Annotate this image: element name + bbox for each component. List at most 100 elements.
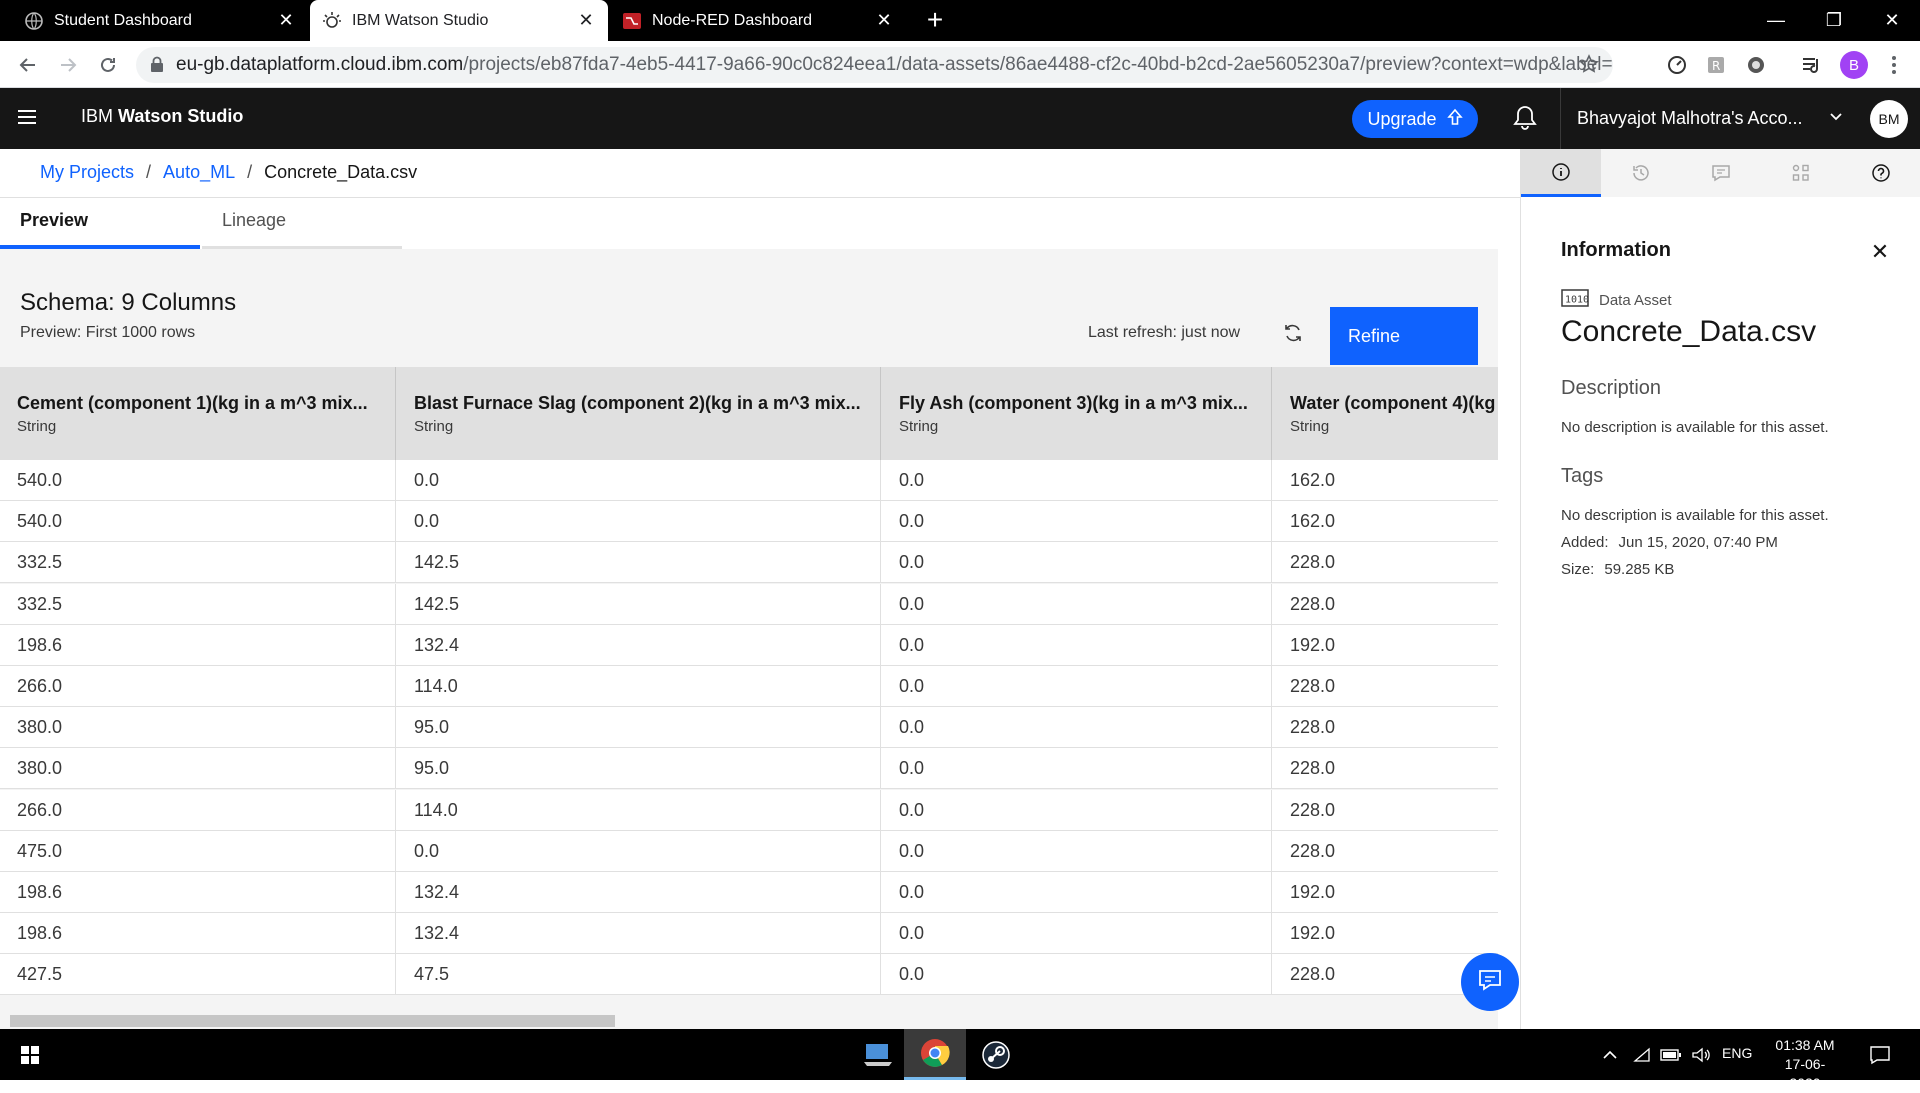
tags-text: No description is available for this ass…	[1561, 507, 1829, 524]
breadcrumb: My Projects / Auto_ML / Concrete_Data.cs…	[40, 162, 417, 183]
breadcrumb-my-projects[interactable]: My Projects	[40, 162, 134, 183]
table-row[interactable]: 332.5 142.5 0.0 228.0	[0, 583, 1498, 625]
column-header[interactable]: Fly Ash (component 3)(kg in a m^3 mix...…	[882, 367, 1272, 460]
history-icon[interactable]	[1601, 149, 1681, 197]
chevron-down-icon	[1828, 108, 1844, 129]
forward-button[interactable]	[52, 49, 84, 81]
steam-icon[interactable]	[966, 1029, 1026, 1080]
table-cell: 0.0	[397, 830, 881, 872]
table-cell: 0.0	[882, 954, 1272, 996]
reload-button[interactable]	[92, 49, 124, 81]
divider	[0, 197, 1520, 198]
new-tab-button[interactable]: +	[920, 6, 950, 36]
watson-logo-icon	[322, 11, 342, 31]
table-cell: 162.0	[1290, 470, 1336, 490]
url-field[interactable]: eu-gb.dataplatform.cloud.ibm.com/project…	[136, 47, 1613, 83]
wifi-icon[interactable]	[1630, 1029, 1654, 1080]
volume-icon[interactable]	[1688, 1029, 1714, 1080]
avatar[interactable]: BM	[1870, 100, 1908, 138]
windows-start-icon[interactable]	[0, 1029, 60, 1080]
extension-icon[interactable]: R	[1704, 53, 1728, 77]
table-row[interactable]: 380.0 95.0 0.0 228.0	[0, 748, 1498, 790]
restore-button[interactable]: ❐	[1804, 0, 1864, 41]
close-icon[interactable]: ✕	[1868, 241, 1892, 265]
apps-icon[interactable]	[1761, 149, 1841, 197]
desktop-app-icon[interactable]	[848, 1029, 908, 1080]
comment-icon[interactable]	[1681, 149, 1761, 197]
tab-preview[interactable]: Preview	[0, 199, 200, 249]
minimize-button[interactable]: —	[1746, 0, 1806, 41]
browser-tab-student-dashboard[interactable]: Student Dashboard ✕	[12, 0, 308, 41]
close-window-button[interactable]: ✕	[1862, 0, 1920, 41]
column-name: Water (component 4)(kg i	[1290, 393, 1498, 413]
table-cell: 0.0	[397, 460, 881, 501]
table-row[interactable]: 332.5 142.5 0.0 228.0	[0, 542, 1498, 584]
circle-extension-icon[interactable]	[1744, 53, 1768, 77]
breadcrumb-separator: /	[146, 162, 152, 182]
table-cell: 0.0	[882, 460, 1272, 501]
tab-lineage[interactable]: Lineage	[202, 199, 402, 249]
column-type: String	[17, 418, 57, 435]
notification-bell-icon[interactable]	[1512, 104, 1542, 134]
app-title[interactable]: IBM Watson Studio	[81, 106, 243, 127]
upgrade-label: Upgrade	[1367, 108, 1437, 129]
table-row[interactable]: 540.0 0.0 0.0 162.0	[0, 460, 1498, 501]
table-cell: 132.4	[397, 624, 881, 666]
close-icon[interactable]: ✕	[874, 10, 894, 30]
table-row[interactable]: 475.0 0.0 0.0 228.0	[0, 830, 1498, 872]
speed-extension-icon[interactable]	[1665, 53, 1689, 77]
svg-text:1010: 1010	[1565, 295, 1589, 306]
browser-tab-watson-studio[interactable]: IBM Watson Studio ✕	[310, 0, 608, 41]
table-row[interactable]: 266.0 114.0 0.0 228.0	[0, 666, 1498, 707]
chevron-up-icon[interactable]	[1598, 1029, 1622, 1080]
column-header[interactable]: Water (component 4)(kg i String	[1273, 367, 1498, 460]
kebab-menu-icon[interactable]	[1882, 53, 1906, 77]
chat-button[interactable]	[1461, 953, 1519, 1011]
close-icon[interactable]: ✕	[276, 10, 296, 30]
table-cell: 0.0	[882, 666, 1272, 707]
info-icon[interactable]	[1521, 149, 1601, 197]
table-row[interactable]: 198.6 132.4 0.0 192.0	[0, 913, 1498, 955]
breadcrumb-project[interactable]: Auto_ML	[163, 162, 235, 183]
profile-avatar[interactable]: B	[1840, 51, 1868, 79]
scrollbar-thumb[interactable]	[10, 1015, 615, 1027]
clock[interactable]: 01:38 AM 17-06-2020	[1770, 1036, 1840, 1093]
language-indicator[interactable]: ENG	[1722, 1045, 1752, 1061]
notification-center-icon[interactable]	[1862, 1029, 1898, 1080]
column-header[interactable]: Cement (component 1)(kg in a m^3 mix... …	[0, 367, 396, 460]
table-row[interactable]: 198.6 132.4 0.0 192.0	[0, 872, 1498, 913]
added-label: Added:	[1561, 534, 1609, 551]
table-row[interactable]: 198.6 132.4 0.0 192.0	[0, 624, 1498, 666]
refresh-icon[interactable]	[1282, 322, 1304, 344]
close-icon[interactable]: ✕	[576, 10, 596, 30]
upgrade-button[interactable]: Upgrade	[1352, 100, 1478, 138]
column-name: Blast Furnace Slag (component 2)(kg in a…	[414, 393, 861, 413]
media-queue-icon[interactable]	[1800, 53, 1824, 77]
table-cell: 427.5	[0, 954, 396, 996]
table-cell: 0.0	[882, 501, 1272, 543]
hamburger-menu-icon[interactable]	[16, 106, 44, 130]
chat-icon	[1477, 968, 1503, 997]
chrome-taskbar-icon[interactable]	[904, 1029, 966, 1080]
table-row[interactable]: 540.0 0.0 0.0 162.0	[0, 501, 1498, 543]
back-button[interactable]	[12, 49, 44, 81]
star-icon[interactable]	[1579, 54, 1599, 80]
refine-button[interactable]: Refine	[1330, 307, 1478, 365]
table-cell: 266.0	[0, 666, 396, 707]
table-row[interactable]: 266.0 114.0 0.0 228.0	[0, 789, 1498, 831]
table-cell: 0.0	[882, 830, 1272, 872]
table-cell: 198.6	[0, 913, 396, 955]
table-cell: 380.0	[0, 748, 396, 790]
upgrade-arrow-icon	[1446, 108, 1463, 131]
table-row[interactable]: 427.5 47.5 0.0 228.0	[0, 954, 1498, 996]
tags-heading: Tags	[1561, 465, 1604, 487]
account-switcher[interactable]: Bhavyajot Malhotra's Acco...	[1560, 88, 1860, 149]
table-row[interactable]: 380.0 95.0 0.0 228.0	[0, 707, 1498, 749]
table-cell: 95.0	[397, 748, 881, 790]
table-cell: 332.5	[0, 583, 396, 625]
battery-icon[interactable]	[1658, 1029, 1684, 1080]
help-icon[interactable]	[1841, 149, 1920, 197]
asset-type: 1010 Data Asset	[1561, 289, 1672, 311]
browser-tab-node-red[interactable]: Node-RED Dashboard ✕	[610, 0, 906, 41]
column-header[interactable]: Blast Furnace Slag (component 2)(kg in a…	[397, 367, 881, 460]
